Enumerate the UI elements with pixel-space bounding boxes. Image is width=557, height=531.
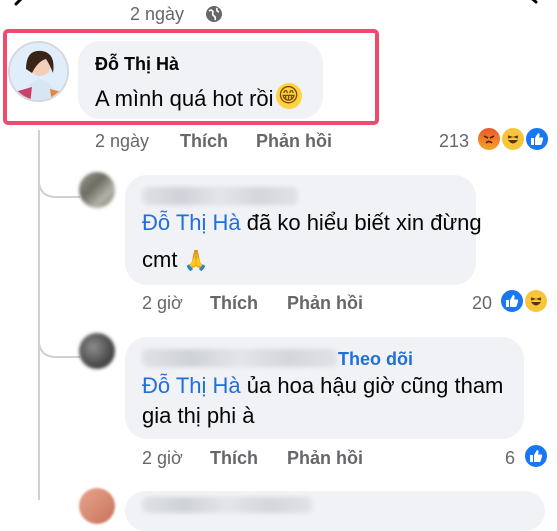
comment-author[interactable]: Đỗ Thị Hà <box>95 54 179 75</box>
like-button[interactable]: Thích <box>210 448 258 469</box>
reply-text-line1: Đỗ Thị Hà ủa hoa hậu giờ cũng tham <box>142 373 504 398</box>
reply-time: 2 giờ <box>142 293 183 313</box>
like-button[interactable]: Thích <box>210 293 258 314</box>
grin-emoji: 😁 <box>275 83 302 109</box>
avatar[interactable] <box>79 333 115 369</box>
globe-icon <box>205 5 223 23</box>
reply-text-line2: gia thị phi à <box>142 403 255 428</box>
haha-reaction-icon <box>523 288 549 314</box>
reaction-count[interactable]: 20 <box>472 293 492 314</box>
comment-text: A mình quá hot rồi 😁 <box>95 82 302 116</box>
mention-link[interactable]: Đỗ Thị Hà <box>142 373 241 398</box>
avatar[interactable] <box>8 41 69 102</box>
blurred-author-name <box>142 497 312 513</box>
post-time: 2 ngày <box>130 4 185 24</box>
close-icon[interactable] <box>518 0 546 12</box>
reply-button[interactable]: Phản hồi <box>287 448 363 469</box>
reaction-count[interactable]: 213 <box>439 131 469 152</box>
reply-button[interactable]: Phản hồi <box>287 293 363 314</box>
reply-text-line2: cmt 🙏 <box>142 247 209 272</box>
reply-bubble[interactable]: Theo dõi Đỗ Thị Hà ủa hoa hậu giờ cũng t… <box>125 337 524 439</box>
reply-bubble[interactable]: Đỗ Thị Hà đã ko hiểu biết xin đừng cmt 🙏 <box>125 175 482 285</box>
reply-button[interactable]: Phản hồi <box>256 131 332 152</box>
reply-time: 2 giờ <box>142 448 183 468</box>
avatar[interactable] <box>79 172 115 208</box>
like-reaction-icon <box>524 126 550 152</box>
haha-reaction-icon <box>500 126 526 152</box>
reply-bubble[interactable] <box>125 491 545 531</box>
blurred-author-name <box>142 349 337 367</box>
like-button[interactable]: Thích <box>180 131 228 152</box>
pray-emoji: 🙏 <box>183 250 209 272</box>
like-reaction-icon <box>499 288 525 314</box>
comment-text-body: A mình quá hot rồi <box>95 86 274 111</box>
follow-link[interactable]: Theo dõi <box>338 349 413 370</box>
angry-reaction-icon <box>476 126 502 152</box>
mention-link[interactable]: Đỗ Thị Hà <box>142 210 241 235</box>
thread-branch <box>38 320 80 358</box>
reply-text-line1: Đỗ Thị Hà đã ko hiểu biết xin đừng <box>142 210 482 235</box>
like-reaction-icon <box>523 443 549 469</box>
reaction-count[interactable]: 6 <box>505 448 515 469</box>
avatar[interactable] <box>79 488 115 524</box>
comment-time: 2 ngày <box>95 131 150 151</box>
thread-branch <box>38 160 80 198</box>
back-chevron-icon[interactable] <box>6 0 32 14</box>
comment-bubble[interactable]: Đỗ Thị Hà A mình quá hot rồi 😁 <box>78 41 323 119</box>
blurred-author-name <box>142 187 298 205</box>
